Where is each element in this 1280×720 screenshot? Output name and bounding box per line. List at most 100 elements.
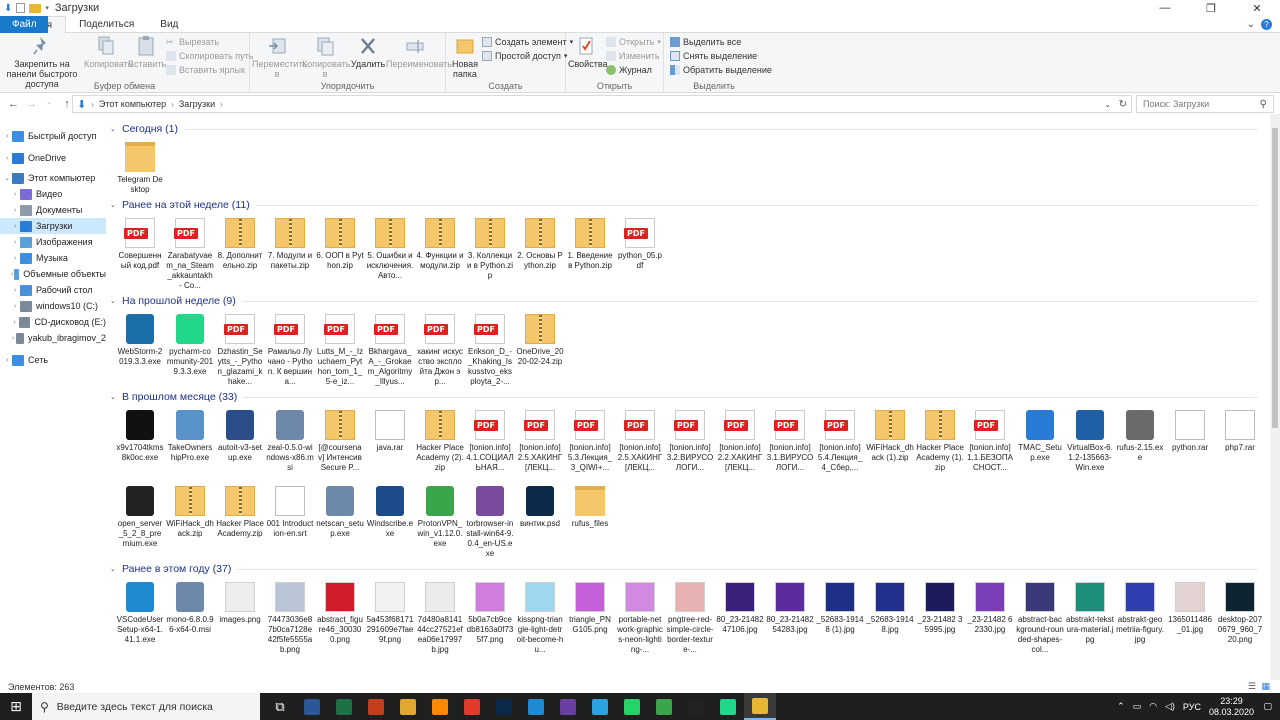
taskbar-vpn-shield[interactable] [552, 693, 584, 720]
copy-to-button[interactable]: Копировать в [302, 35, 350, 79]
file-item[interactable]: 7d480a814144cc27521efea06e17997b.jpg [416, 582, 464, 655]
quick-access-dropdown-icon[interactable]: ▾ [45, 4, 49, 12]
file-item[interactable]: open_server_5_2_8_premium.exe [116, 486, 164, 549]
file-item[interactable]: 80_23-2148254283.jpg [766, 582, 814, 635]
file-item[interactable]: portable-network-graphics-neon-lighting-… [616, 582, 664, 655]
path-separator-icon[interactable]: › [91, 100, 94, 109]
tab-view[interactable]: Вид [147, 16, 191, 33]
nav-item-1[interactable]: › OneDrive [0, 150, 106, 166]
tab-share[interactable]: Поделиться [66, 16, 147, 33]
file-item[interactable]: OneDrive_2020-02-24.zip [516, 314, 564, 367]
nav-item-0[interactable]: › Быстрый доступ [0, 128, 106, 144]
file-item[interactable]: 4. Функции и модули.zip [416, 218, 464, 271]
file-item[interactable]: 5. Ошибки и исключения. Авто... [366, 218, 414, 281]
maximize-button[interactable]: ❐ [1188, 0, 1234, 16]
file-item[interactable]: Hacker Place Academy (1).zip [916, 410, 964, 473]
file-item[interactable]: abstrakt-tekstura-material.jpg [1066, 582, 1114, 645]
file-item[interactable]: abstrakt-geometriia-figury.jpg [1116, 582, 1164, 645]
group-collapse-icon[interactable]: ⌄ [110, 297, 122, 305]
file-item[interactable]: Erikson_D_-_Khaking_Iskusstvo_eksployta_… [466, 314, 514, 387]
breadcrumb-downloads[interactable]: Загрузки [179, 99, 215, 109]
file-item[interactable]: 6. ООП в Python.zip [316, 218, 364, 271]
taskbar-protonvpn[interactable] [648, 693, 680, 720]
file-item[interactable]: _23-21482 62330.jpg [966, 582, 1014, 635]
back-arrow-icon[interactable]: ← [8, 98, 19, 110]
start-button[interactable]: ⊞ [0, 693, 32, 720]
file-item[interactable]: [tonion.info] 1.1.БЕЗОПАСНОСТ... [966, 410, 1014, 473]
expand-chevron-icon[interactable]: › [2, 133, 12, 140]
group-header[interactable]: ⌄ В прошлом месяце (33) [108, 390, 1264, 404]
file-item[interactable]: хакинг искусство эксплойта Джон эр... [416, 314, 464, 387]
file-item[interactable]: Telegram Desktop [116, 142, 164, 195]
move-to-button[interactable]: Переместить в [252, 35, 307, 79]
file-item[interactable]: Zarabatyvaem_na_Steam_akkauntakh - Co... [166, 218, 214, 291]
quick-access-undo-icon[interactable]: ⬇ [4, 3, 12, 14]
file-item[interactable]: TMAC_Setup.exe [1016, 410, 1064, 463]
file-item[interactable]: WebStorm-2019.3.3.exe [116, 314, 164, 367]
copy-path-button[interactable]: Скопировать путь [166, 51, 253, 61]
file-item[interactable]: _52683-19148 (1).jpg [816, 582, 864, 635]
file-item[interactable]: TakeOwnershipPro.exe [166, 410, 214, 463]
expand-chevron-icon[interactable]: › [10, 239, 20, 246]
group-header[interactable]: ⌄ Ранее на этой неделе (11) [108, 198, 1264, 212]
file-item[interactable]: rufus-2.15.exe [1116, 410, 1164, 463]
address-bar[interactable]: ⬇ › Этот компьютер › Загрузки › ⌄ ↻ [72, 95, 1132, 113]
scrollbar-thumb[interactable] [1272, 128, 1278, 428]
breadcrumb-this-pc[interactable]: Этот компьютер [99, 99, 166, 109]
file-item[interactable]: java.rar [366, 410, 414, 453]
file-item[interactable]: 1365011486_01.jpg [1166, 582, 1214, 635]
nav-item-12[interactable]: › yakub_ibragimov_2 [0, 330, 106, 346]
taskbar-chrome[interactable] [392, 693, 424, 720]
group-header[interactable]: ⌄ На прошлой неделе (9) [108, 294, 1264, 308]
cut-button[interactable]: ✂ Вырезать [166, 37, 219, 47]
file-item[interactable]: python_05.pdf [616, 218, 664, 271]
file-item[interactable]: [tonion.info] 4.1.СОЦИАЛЬНАЯ... [466, 410, 514, 473]
taskbar-word[interactable] [296, 693, 328, 720]
file-item[interactable]: 2. Основы Python.zip [516, 218, 564, 271]
path-separator-icon[interactable]: › [171, 100, 174, 109]
file-item[interactable]: Dzhastin_Seytts_-_Python_glazami_khake..… [216, 314, 264, 387]
file-item[interactable]: винтик.psd [516, 486, 564, 529]
taskbar-excel[interactable] [328, 693, 360, 720]
file-item[interactable]: abstract_figure46_300300.png [316, 582, 364, 645]
taskbar-vscode[interactable] [520, 693, 552, 720]
ribbon-expand-icon[interactable]: ⌄ [1247, 19, 1255, 30]
taskbar-task-view[interactable]: ⧉ [264, 693, 296, 720]
file-item[interactable]: WiFiHack_dhack (1).zip [866, 410, 914, 463]
quick-access-properties-icon[interactable] [16, 3, 26, 13]
large-icons-view-icon[interactable]: ▦ [1261, 681, 1270, 692]
language-indicator[interactable]: РУС [1183, 702, 1201, 712]
help-icon[interactable]: ? [1261, 19, 1272, 30]
address-dropdown-icon[interactable]: ⌄ [1104, 100, 1111, 109]
paste-shortcut-button[interactable]: Вставить ярлык [166, 65, 245, 75]
file-item[interactable]: 001 Introduction-en.srt [266, 486, 314, 539]
file-item[interactable]: kisspng-triangle-light-detroit-become-hu… [516, 582, 564, 655]
nav-item-5[interactable]: › Загрузки [0, 218, 106, 234]
file-item[interactable]: [@coursenav] Интенсив Secure P... [316, 410, 364, 473]
recent-dropdown-icon[interactable]: ⌄ [44, 98, 54, 110]
clock[interactable]: 23:29 08.03.2020 [1209, 696, 1254, 718]
file-item[interactable]: desktop-2070679_960_720.png [1216, 582, 1264, 645]
taskbar-whatsapp[interactable] [616, 693, 648, 720]
minimize-button[interactable]: — [1142, 0, 1188, 16]
file-item[interactable]: rufus_files [566, 486, 614, 529]
file-item[interactable]: python.rar [1166, 410, 1214, 453]
taskbar-sublime[interactable] [424, 693, 456, 720]
properties-button[interactable]: Свойства [568, 35, 608, 69]
group-collapse-icon[interactable]: ⌄ [110, 125, 122, 133]
group-header[interactable]: ⌄ Ранее в этом году (37) [108, 562, 1264, 576]
taskbar-search[interactable]: ⚲ Введите здесь текст для поиска [32, 693, 260, 720]
file-item[interactable]: torbrowser-install-win64-9.0.4_en-US.exe [466, 486, 514, 559]
file-item[interactable]: VSCodeUserSetup-x64-1.41.1.exe [116, 582, 164, 645]
paste-button[interactable]: Вставить [128, 35, 166, 69]
file-item[interactable]: 80_23-2148247106.jpg [716, 582, 764, 635]
new-folder-button[interactable]: Новая папка [450, 35, 480, 79]
file-item[interactable]: [tonion.info] 2.2.ХАКИНГ [ЛЕКЦ... [716, 410, 764, 473]
file-item[interactable]: Hacker Place Academy (2).zip [416, 410, 464, 473]
copy-button[interactable]: Копировать [84, 35, 132, 69]
select-none-button[interactable]: Снять выделение [670, 51, 757, 61]
search-icon[interactable]: ⚲ [1260, 99, 1267, 110]
invert-selection-button[interactable]: Обратить выделение [670, 65, 772, 75]
file-item[interactable]: Совершенный код.pdf [116, 218, 164, 271]
expand-chevron-icon[interactable]: › [10, 207, 20, 214]
